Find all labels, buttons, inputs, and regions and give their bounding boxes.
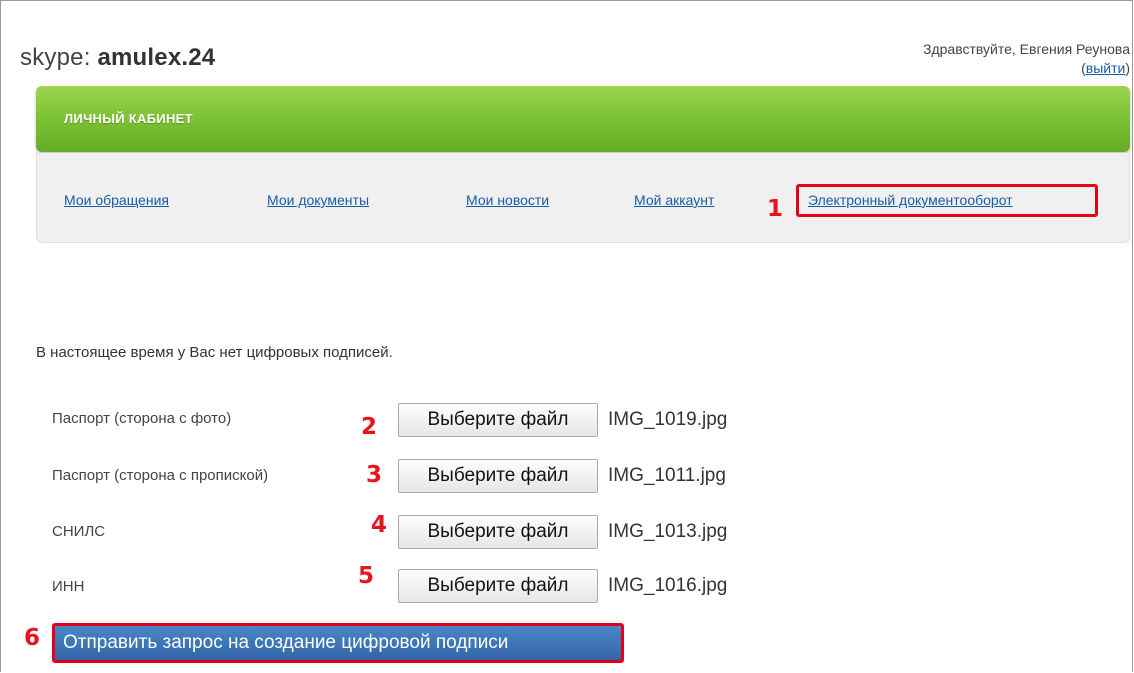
nav-my-documents[interactable]: Мои документы — [267, 192, 369, 208]
highlight-box-1 — [796, 184, 1098, 217]
inn-file-button[interactable]: Выберите файл — [398, 569, 598, 603]
cabinet-header: ЛИЧНЫЙ КАБИНЕТ — [36, 86, 1130, 152]
skype-contact: skype: amulex.24 — [20, 44, 215, 72]
passport-registration-file-button[interactable]: Выберите файл — [398, 459, 598, 493]
logout-link[interactable]: выйти — [1086, 60, 1126, 76]
nav-my-requests[interactable]: Мои обращения — [64, 192, 169, 208]
skype-prefix: skype: — [20, 44, 91, 71]
submit-highlight-box: Отправить запрос на создание цифровой по… — [52, 623, 624, 663]
cabinet-title: ЛИЧНЫЙ КАБИНЕТ — [64, 111, 193, 126]
annotation-marker-5: 5 — [358, 563, 375, 589]
submit-signature-request-button[interactable]: Отправить запрос на создание цифровой по… — [55, 626, 621, 660]
passport-registration-label: Паспорт (сторона с пропиской) — [52, 467, 269, 484]
greeting-text: Здравствуйте, Евгения Реунова — [923, 41, 1130, 57]
annotation-marker-2: 2 — [361, 414, 378, 440]
no-signatures-notice: В настоящее время у Вас нет цифровых под… — [36, 344, 393, 361]
snils-file-button[interactable]: Выберите файл — [398, 515, 598, 549]
snils-filename: IMG_1013.jpg — [608, 521, 728, 542]
annotation-marker-3: 3 — [366, 462, 383, 488]
skype-id: amulex.24 — [97, 44, 216, 71]
snils-label: СНИЛС — [52, 523, 106, 540]
passport-photo-file-button[interactable]: Выберите файл — [398, 403, 598, 437]
nav-my-account[interactable]: Мой аккаунт — [634, 192, 714, 208]
passport-photo-filename: IMG_1019.jpg — [608, 409, 728, 430]
annotation-marker-4: 4 — [371, 512, 388, 538]
passport-registration-filename: IMG_1011.jpg — [608, 465, 726, 486]
nav-my-news[interactable]: Мои новости — [466, 192, 549, 208]
inn-filename: IMG_1016.jpg — [608, 575, 728, 596]
user-greeting: Здравствуйте, Евгения Реунова (выйти) — [730, 40, 1130, 78]
passport-photo-label: Паспорт (сторона с фото) — [52, 410, 232, 427]
annotation-marker-1: 1 — [767, 196, 784, 222]
annotation-marker-6: 6 — [24, 625, 41, 651]
inn-label: ИНН — [52, 578, 85, 595]
